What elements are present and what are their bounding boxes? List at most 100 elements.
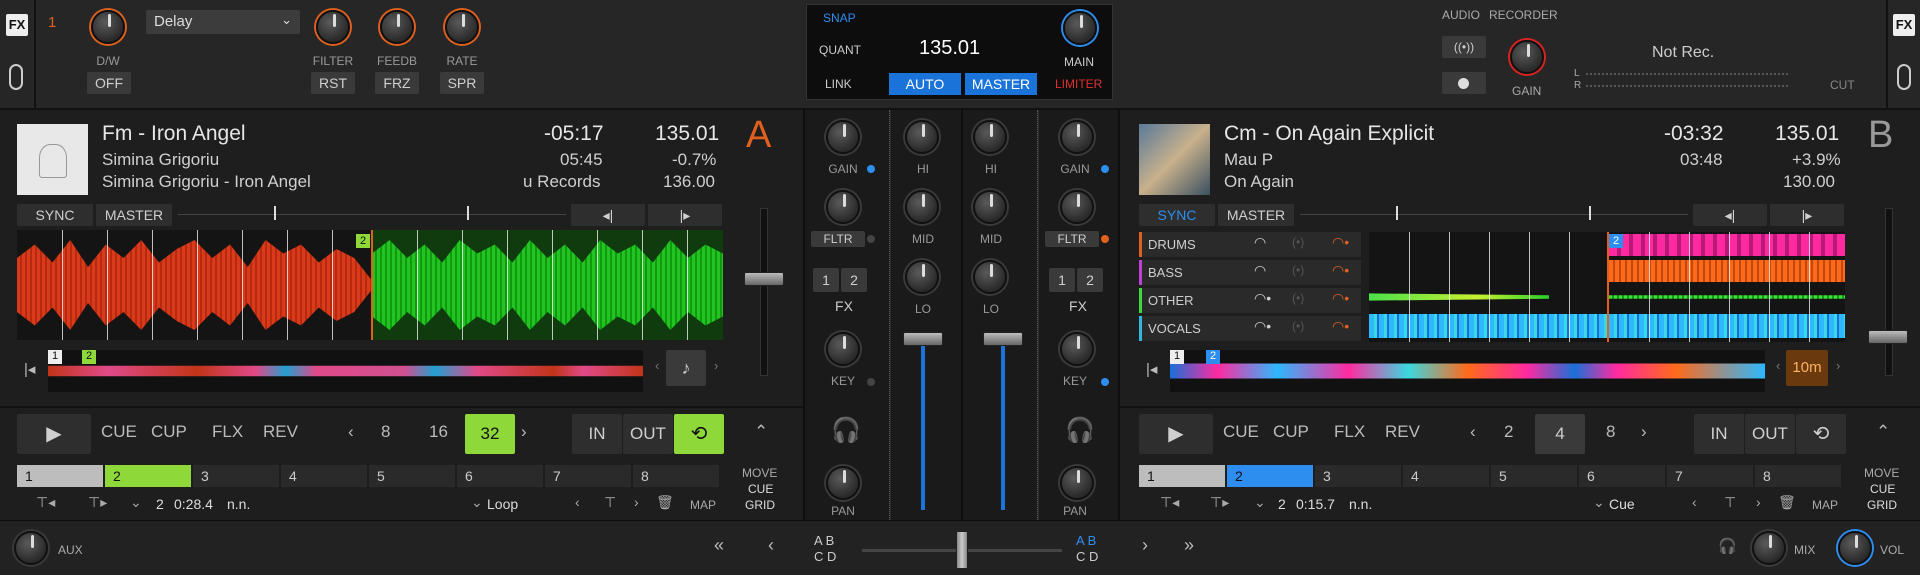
chevron-down-icon[interactable]: ⌄ [471, 494, 483, 511]
master-bpm[interactable]: 135.01 [919, 37, 980, 60]
chevron-left-icon[interactable]: ‹ [1776, 358, 1780, 373]
hotcue-1-b[interactable]: 1 [1139, 465, 1225, 487]
cue-prev-icon-a[interactable]: ‹ [575, 494, 580, 510]
cue-next-icon-a[interactable]: › [634, 494, 639, 510]
cut-button[interactable]: CUT [1830, 78, 1855, 92]
loop-4-b[interactable]: 4 [1535, 414, 1585, 454]
hotcue-6-a[interactable]: 6 [457, 465, 543, 487]
cue-set-icon-b[interactable]: ⊤ [1724, 494, 1736, 511]
key-knob-a[interactable] [826, 332, 860, 366]
loop-2-b[interactable]: 2 [1504, 422, 1513, 442]
hotcue-4-b[interactable]: 4 [1403, 465, 1489, 487]
cue-set-icon-a[interactable]: ⊤ [604, 494, 616, 511]
cue-button-a[interactable]: CUE [101, 422, 137, 442]
chevron-down-icon[interactable]: ⌄ [1593, 494, 1605, 511]
cup-button-a[interactable]: CUP [151, 422, 187, 442]
loop-8-b[interactable]: 8 [1606, 422, 1615, 442]
frz-button[interactable]: FRZ [375, 72, 419, 94]
stem-fx-icon[interactable]: (•) [1292, 263, 1304, 277]
skip-start-icon-b[interactable]: |◂ [1146, 360, 1157, 378]
hotcue-3-b[interactable]: 3 [1315, 465, 1401, 487]
chevron-left-icon[interactable]: ‹ [768, 535, 774, 556]
hotcue-4-a[interactable]: 4 [281, 465, 367, 487]
collapse-icon-a[interactable]: ⌃ [754, 422, 768, 442]
loop-in-button-b[interactable]: IN [1694, 414, 1744, 454]
trash-icon[interactable]: 🗑 [1778, 494, 1796, 511]
fx2-button-b[interactable]: 2 [1077, 268, 1103, 292]
feedb-knob[interactable] [380, 10, 414, 44]
aux-knob[interactable] [14, 531, 48, 565]
flux-button-b[interactable]: FLX [1334, 422, 1365, 442]
hotcue-3-a[interactable]: 3 [193, 465, 279, 487]
flux-button-a[interactable]: FLX [212, 422, 243, 442]
spr-button[interactable]: SPR [440, 72, 484, 94]
loop-out-button-b[interactable]: OUT [1745, 414, 1795, 454]
cue-type-select-a[interactable]: Loop [487, 496, 518, 512]
hotcue-8-b[interactable]: 8 [1755, 465, 1841, 487]
snap-label[interactable]: SNAP [823, 11, 856, 25]
stem-fx-icon[interactable]: (•) [1292, 319, 1304, 333]
overview-marker-2-b[interactable]: 2 [1206, 350, 1220, 364]
grid-marker-left-icon-a[interactable]: ⊤◂ [36, 494, 55, 511]
deck-assign-ab-right[interactable]: A B [1076, 533, 1096, 548]
key-knob-b[interactable] [1060, 332, 1094, 366]
mid-knob-a[interactable] [905, 190, 939, 224]
beatjump-fwd-a[interactable]: |▸ [648, 204, 722, 226]
loop-in-button-a[interactable]: IN [572, 414, 622, 454]
link-icon[interactable] [9, 64, 23, 90]
sync-button-a[interactable]: SYNC [17, 204, 93, 226]
hotcue-7-a[interactable]: 7 [545, 465, 631, 487]
main-knob[interactable] [1063, 11, 1097, 45]
volume-fader-cap-a[interactable] [903, 332, 943, 346]
beatjump-back-a[interactable]: ◂| [571, 204, 645, 226]
volume-fader-a[interactable] [921, 342, 925, 510]
play-button-b[interactable]: ▶ [1139, 414, 1213, 454]
cue-marker-a[interactable]: 2 [356, 234, 370, 248]
stem-mute-icon[interactable]: ◠• [1332, 234, 1349, 251]
overview-marker-2-a[interactable]: 2 [82, 350, 96, 364]
play-button-a[interactable]: ▶ [17, 414, 91, 454]
record-button[interactable] [1442, 72, 1486, 94]
hotcue-8-a[interactable]: 8 [633, 465, 719, 487]
hi-knob-a[interactable] [905, 120, 939, 154]
master-button[interactable]: MASTER [965, 73, 1037, 95]
recorder-gain-knob[interactable] [1510, 40, 1544, 74]
master-button-b[interactable]: MASTER [1218, 204, 1294, 226]
move-grid-label-b[interactable]: GRID [1867, 498, 1897, 512]
pan-knob-b[interactable] [1060, 466, 1094, 500]
tempo-fader-cap-a[interactable] [744, 272, 784, 286]
deck-letter-b[interactable]: B [1868, 114, 1893, 157]
remaining-time-b[interactable]: -03:32 [1664, 122, 1724, 146]
chevron-left-icon[interactable]: ‹ [655, 358, 659, 373]
hotcue-5-b[interactable]: 5 [1491, 465, 1577, 487]
loop-size-down-a[interactable]: ‹ [348, 422, 354, 442]
collapse-icon-b[interactable]: ⌃ [1876, 422, 1890, 442]
sync-button-b[interactable]: SYNC [1139, 204, 1215, 226]
filter-knob-a[interactable] [826, 190, 860, 224]
stem-vocals[interactable]: VOCALS ◠• (•) ◠• [1139, 316, 1361, 341]
move-cue-label-b[interactable]: CUE [1870, 482, 1895, 496]
fx1-button-b[interactable]: 1 [1049, 268, 1075, 292]
dw-knob[interactable] [91, 10, 125, 44]
stem-fx-icon[interactable]: (•) [1292, 235, 1304, 249]
overview-marker-1-a[interactable]: 1 [48, 350, 62, 364]
loop-active-icon-a[interactable]: ⟲ [674, 414, 724, 454]
stem-bass[interactable]: BASS ◠ (•) ◠• [1139, 260, 1361, 285]
move-cue-label-a[interactable]: CUE [748, 482, 773, 496]
lo-knob-a[interactable] [905, 260, 939, 294]
hotcue-7-b[interactable]: 7 [1667, 465, 1753, 487]
fx-off-button[interactable]: OFF [87, 72, 131, 94]
chevron-right-icon[interactable]: › [714, 358, 718, 373]
grid-marker-right-icon-b[interactable]: ⊤▸ [1210, 494, 1229, 511]
waveform-marker-b[interactable]: 2 [1609, 234, 1623, 248]
hotcue-5-a[interactable]: 5 [369, 465, 455, 487]
loop-size-down-b[interactable]: ‹ [1470, 422, 1476, 442]
hotcue-6-b[interactable]: 6 [1579, 465, 1665, 487]
fltr-button-a[interactable]: FLTR [811, 231, 865, 247]
cue-prev-icon-b[interactable]: ‹ [1692, 494, 1697, 510]
stem-other[interactable]: OTHER ◠• (•) ◠• [1139, 288, 1361, 313]
grid-marker-left-icon-b[interactable]: ⊤◂ [1160, 494, 1179, 511]
waveform-b[interactable]: 2 [1369, 232, 1845, 342]
overview-waveform-a[interactable]: 1 2 [48, 350, 643, 392]
chevron-down-icon[interactable]: ⌄ [130, 494, 142, 511]
